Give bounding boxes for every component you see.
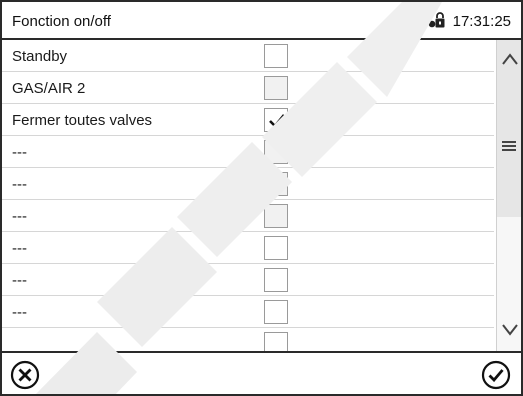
checkbox-checked[interactable] [264, 108, 288, 132]
checkbox[interactable] [264, 140, 288, 164]
menu-lines-icon[interactable] [502, 140, 516, 152]
clock-time: 17:31:25 [452, 12, 511, 30]
checkbox[interactable] [264, 236, 288, 260]
chevron-down-icon[interactable] [502, 324, 518, 336]
circle-check-icon[interactable] [481, 360, 511, 390]
chevron-up-icon[interactable] [502, 53, 518, 65]
checkbox[interactable] [264, 204, 288, 228]
list-item-label: --- [12, 176, 27, 193]
list-item-label: GAS/AIR 2 [12, 80, 86, 97]
checkbox[interactable] [264, 172, 288, 196]
checkbox[interactable] [264, 300, 288, 324]
list-item[interactable]: --- [2, 296, 494, 328]
checkbox[interactable] [264, 76, 288, 100]
list-item-label: --- [12, 304, 27, 321]
scroll-thumb[interactable] [497, 40, 521, 217]
list-item[interactable]: GAS/AIR 2 [2, 72, 494, 104]
scrollbar[interactable] [496, 40, 521, 351]
list-item[interactable]: Standby [2, 40, 494, 72]
circle-x-icon[interactable] [10, 360, 40, 390]
list-item[interactable]: --- [2, 200, 494, 232]
list-item-label: --- [12, 208, 27, 225]
lock-icon [428, 12, 445, 28]
page-title: Fonction on/off [12, 13, 111, 30]
checkbox[interactable] [264, 44, 288, 68]
list-item[interactable]: --- [2, 136, 494, 168]
checkmark-icon [269, 114, 286, 128]
list-item[interactable]: Fermer toutes valves [2, 104, 494, 136]
list-item-label: Fermer toutes valves [12, 112, 153, 129]
list-item-label: --- [12, 272, 27, 289]
dialog-frame: Fonction on/off 17:31:25 Standby GAS/AIR … [0, 0, 523, 396]
function-list: Standby GAS/AIR 2 Fermer toutes valves --- -… [2, 40, 494, 351]
list-item-label: --- [12, 144, 27, 161]
header-bar: Fonction on/off 17:31:25 [2, 2, 521, 40]
checkbox[interactable] [264, 268, 288, 292]
footer-bar [2, 351, 521, 394]
clock-area: 17:31:25 [428, 12, 511, 30]
list-item-label: Standby [12, 48, 68, 65]
list-item-partial[interactable] [2, 328, 494, 351]
list-item[interactable]: --- [2, 264, 494, 296]
list-item[interactable]: --- [2, 232, 494, 264]
list-item-label: --- [12, 240, 27, 257]
checkbox[interactable] [264, 332, 288, 351]
list-item[interactable]: --- [2, 168, 494, 200]
